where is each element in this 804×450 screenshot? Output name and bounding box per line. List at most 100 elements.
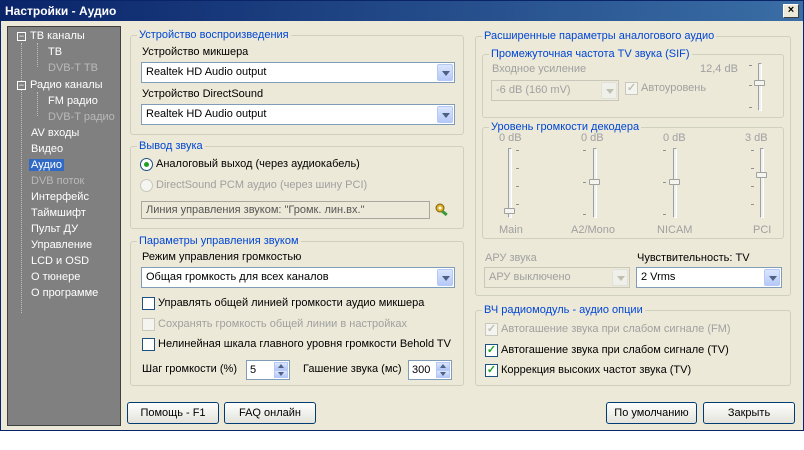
directsound-device-select[interactable]: Realtek HD Audio output [141,104,455,125]
fm-auto-mute-checkbox[interactable]: ✓ [485,323,498,336]
sidebar-item-dvbt-tv[interactable]: DVB-T ТВ [48,60,98,76]
sensitivity-value: 2 Vrms [641,271,676,283]
input-gain-slider-track[interactable] [758,63,762,111]
autolevel-checkbox[interactable]: ✓ [625,82,638,95]
volume-step-spinner[interactable]: 5 [246,360,290,380]
pci-slider-thumb[interactable] [756,172,767,178]
title-bar[interactable]: Настройки - Аудио × [1,1,803,21]
group-title: Расширенные параметры аналогового аудио [482,30,717,43]
sidebar-item-label: Радио каналы [30,79,103,91]
chevron-down-icon[interactable] [764,269,780,286]
mixer-device-select[interactable]: Realtek HD Audio output [141,62,455,83]
slider-tick [583,150,586,151]
settings-tool-icon[interactable] [434,202,450,218]
sensitivity-select[interactable]: 2 Vrms [636,267,782,288]
slider-tick [751,186,754,187]
fm-auto-mute-label: Автогашение звука при слабом сигнале (FM… [501,323,731,335]
chevron-down-icon[interactable] [437,269,453,286]
pci-db-label: 3 dB [745,132,768,144]
sidebar-item-tv[interactable]: ТВ [48,44,62,60]
faq-online-button[interactable]: FAQ онлайн [224,402,316,424]
rf-module-group: ВЧ радиомодуль - аудио опции ✓ Автогашен… [475,304,791,386]
group-title: ВЧ радиомодуль - аудио опции [482,304,645,317]
slider-tick [751,168,754,169]
sidebar-item-remote[interactable]: Пульт ДУ [31,221,78,237]
nonlinear-scale-checkbox[interactable] [142,338,155,351]
agc-select[interactable]: АРУ выключено [484,267,630,288]
slider-tick [516,186,519,187]
spin-down-icon[interactable] [274,370,288,378]
sidebar-item-interface[interactable]: Интерфейс [31,189,89,205]
directsound-pcm-radio[interactable] [140,179,153,192]
mute-delay-spinner[interactable]: 300 [408,360,452,380]
sidebar-item-av-inputs[interactable]: AV входы [31,125,79,141]
treble-correction-checkbox[interactable]: ✓ [485,364,498,377]
analog-output-radio[interactable] [140,158,153,171]
sidebar-item-lcd-osd[interactable]: LCD и OSD [31,253,89,269]
main-db-label: 0 dB [499,132,522,144]
group-title: Параметры управления звуком [137,235,301,248]
spin-up-icon[interactable] [436,362,450,370]
slider-tick [516,204,519,205]
sidebar-item-about-program[interactable]: О программе [31,285,98,301]
sidebar-item-tv-channels[interactable]: − ТВ каналы [17,28,85,44]
control-mixer-volume-checkbox[interactable] [142,297,155,310]
nicam-slider-label: NICAM [657,224,693,236]
nonlinear-scale-label: Нелинейная шкала главного уровня громкос… [158,338,451,350]
spin-up-icon[interactable] [274,362,288,370]
input-gain-label: Входное усиление [492,63,587,75]
slider-tick [516,168,519,169]
chevron-down-icon[interactable] [601,82,617,99]
sidebar-item-about-tuner[interactable]: О тюнере [31,269,80,285]
input-gain-value: -6 dB (160 mV) [496,84,571,96]
input-gain-select[interactable]: -6 dB (160 mV) [491,80,619,101]
slider-tick [516,150,519,151]
slider-tick [751,150,754,151]
sidebar-item-dvb-stream[interactable]: DVB поток [31,173,84,189]
sidebar-item-timeshift[interactable]: Таймшифт [31,205,86,221]
sidebar-item-label: ТВ каналы [30,30,85,42]
save-line-volume-checkbox[interactable] [142,318,155,331]
input-gain-db: 12,4 dB [700,63,738,75]
sidebar-item-radio-channels[interactable]: − Радио каналы [17,77,103,93]
group-title: Устройство воспроизведения [137,29,291,42]
collapse-icon[interactable]: − [17,80,26,90]
pci-slider-track[interactable] [760,148,764,218]
defaults-button[interactable]: По умолчанию [606,402,697,424]
close-button[interactable]: Закрыть [703,402,795,424]
a2-db-label: 0 dB [581,132,604,144]
slider-tick [751,204,754,205]
volume-control-group: Параметры управления звуком Режим управл… [130,235,464,386]
sidebar-item-label: AV входы [31,127,80,139]
decoder-volume-group: Уровень громкости декодера 0 dB Main 0 d… [482,121,784,239]
chevron-down-icon[interactable] [437,64,453,81]
mixer-device-label: Устройство микшера [142,46,249,58]
sidebar-item-label: FM радио [48,95,98,107]
analog-output-label: Аналоговый выход (через аудиокабель) [156,158,360,170]
sidebar-item-control[interactable]: Управление [31,237,92,253]
sidebar-item-audio[interactable]: Аудио [29,157,65,173]
spin-down-icon[interactable] [436,370,450,378]
sidebar-tree: − ТВ каналы ТВ DVB-T ТВ − Радио каналы FM … [7,26,121,426]
chevron-down-icon[interactable] [612,269,628,286]
help-button[interactable]: Помощь - F1 [127,402,219,424]
nicam-slider-thumb[interactable] [669,179,680,185]
sidebar-item-video[interactable]: Видео [31,141,63,157]
tv-auto-mute-checkbox[interactable]: ✓ [485,344,498,357]
sound-control-line-value: Линия управления звуком: "Громк. лин.вх.… [146,204,365,216]
sidebar-item-label: DVB-T ТВ [48,62,98,74]
sidebar-item-dvbt-radio[interactable]: DVB-T радио [48,109,115,125]
main-slider-thumb[interactable] [504,208,515,214]
slider-tick [663,214,666,215]
sound-control-line-field: Линия управления звуком: "Громк. лин.вх.… [141,201,430,219]
mute-delay-value: 300 [412,364,431,376]
collapse-icon[interactable]: − [17,31,26,41]
chevron-down-icon[interactable] [437,106,453,123]
input-gain-slider-thumb[interactable] [754,80,765,86]
window-title: Настройки - Аудио [5,4,117,18]
sidebar-item-fm-radio[interactable]: FM радио [48,93,98,109]
a2-slider-thumb[interactable] [589,179,600,185]
sensitivity-label: Чувствительность: TV [637,252,750,264]
close-icon[interactable]: × [783,4,799,18]
volume-mode-select[interactable]: Общая громкость для всех каналов [141,267,455,288]
